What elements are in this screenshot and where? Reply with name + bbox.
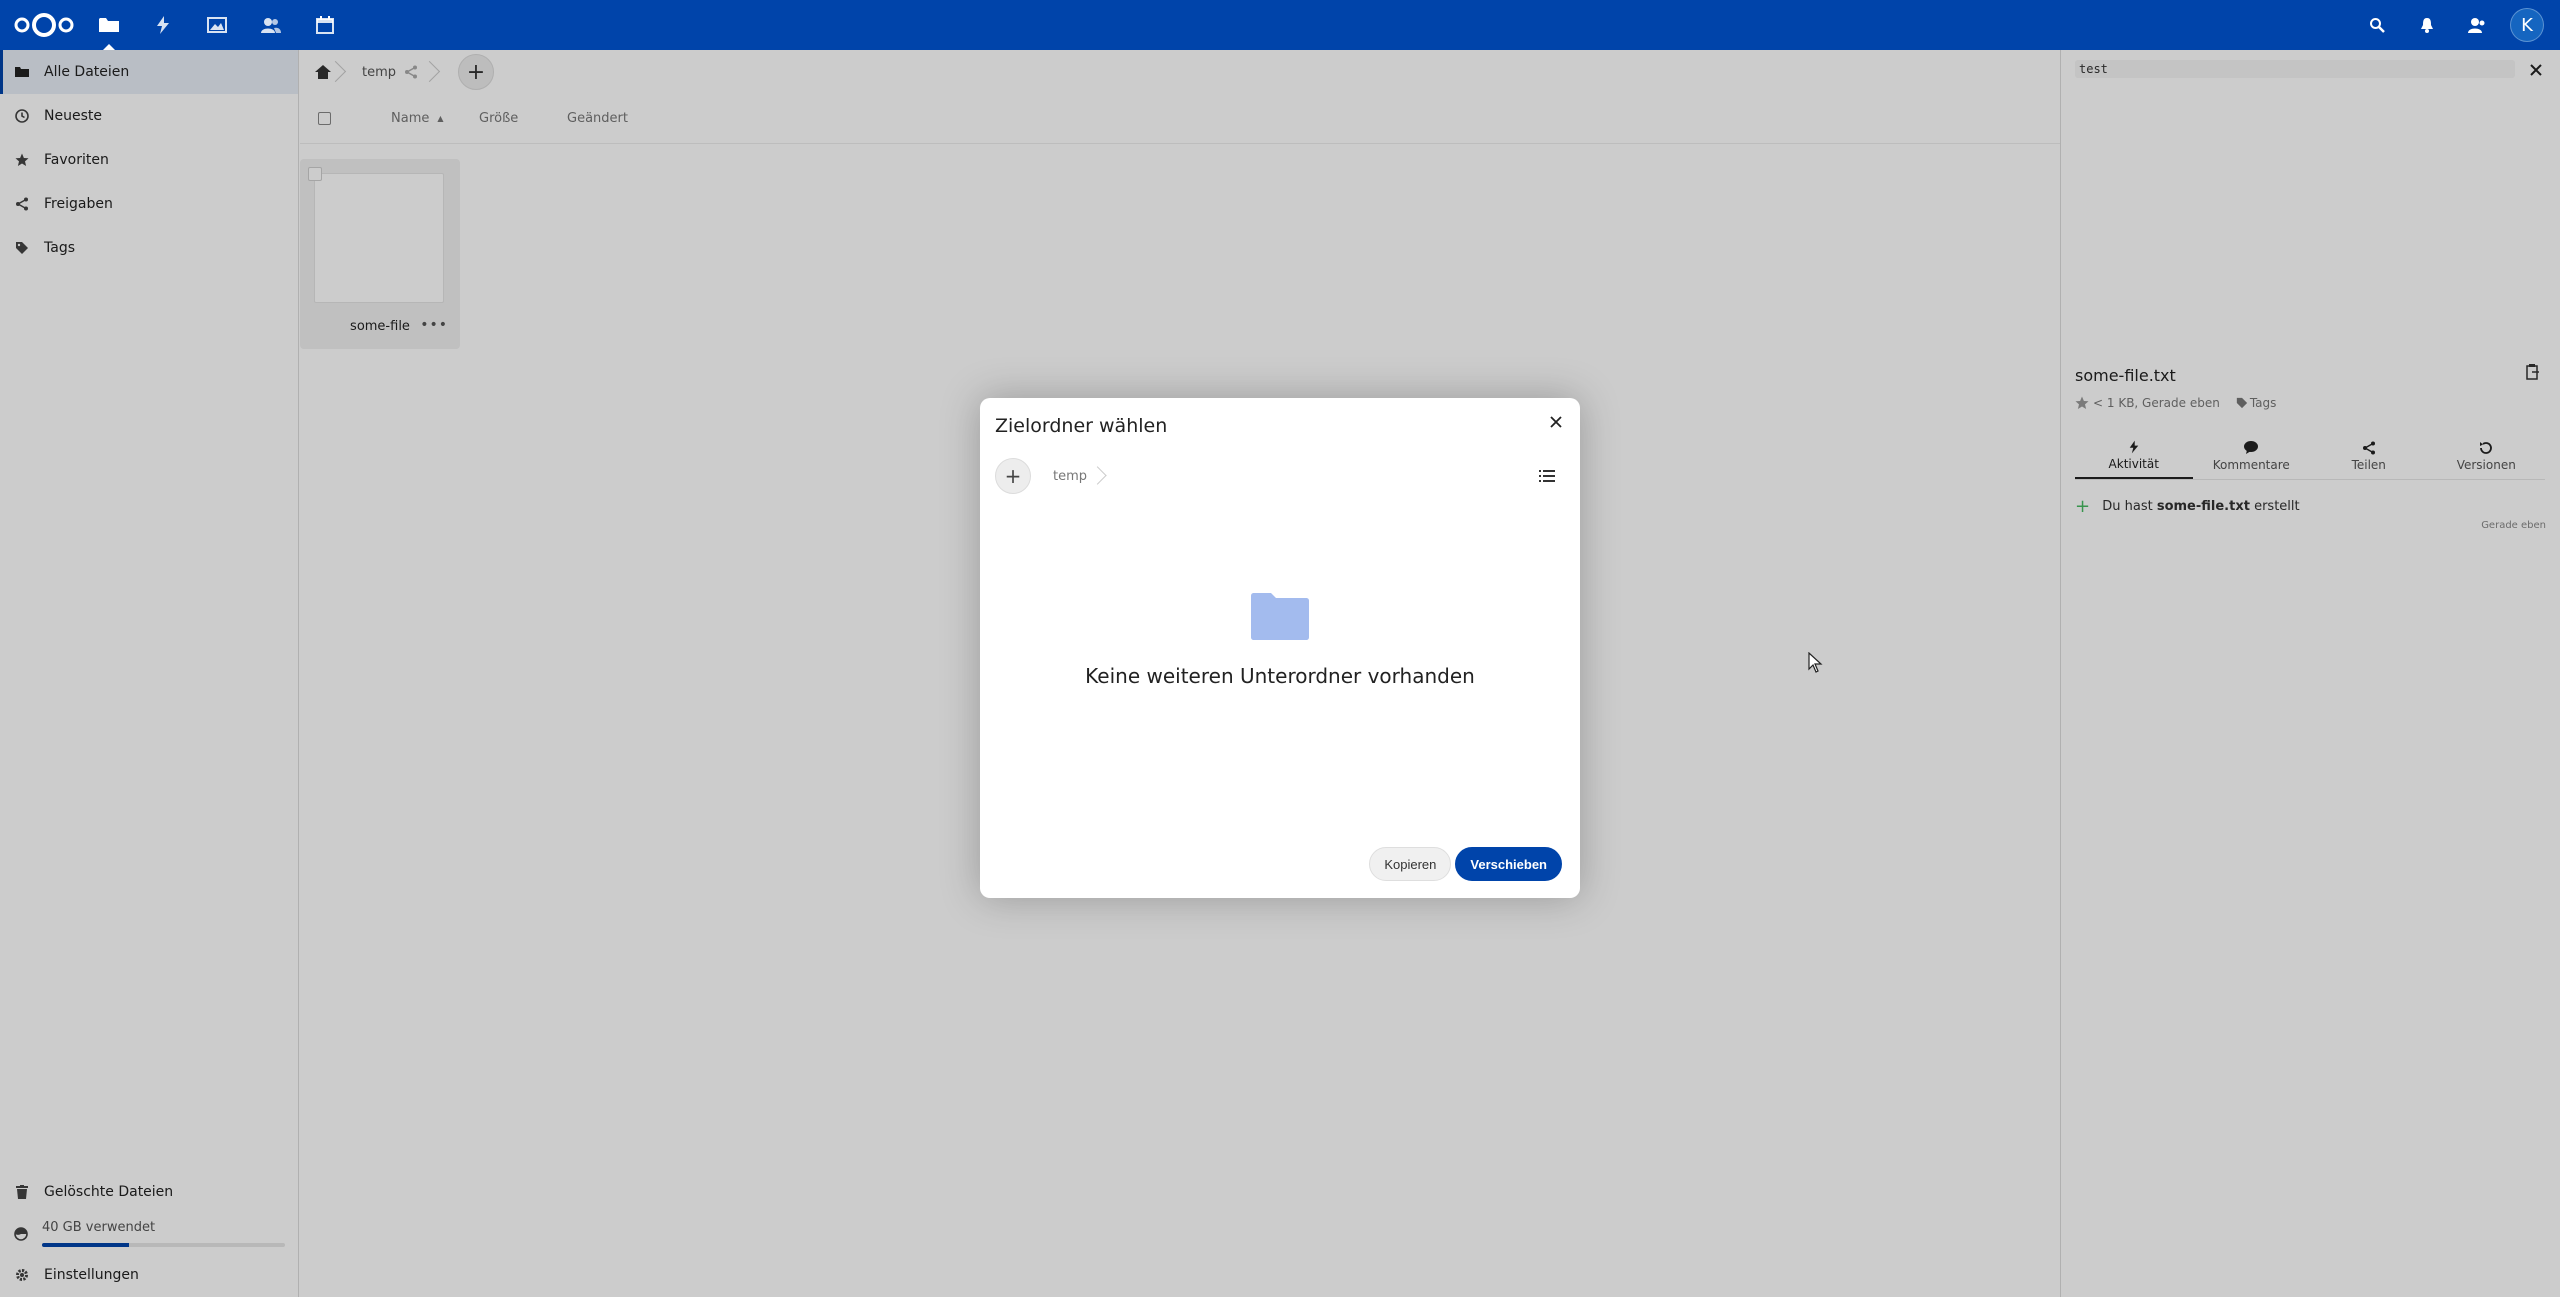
list-view-icon [1539,470,1555,482]
avatar-letter: K [2521,14,2533,36]
nextcloud-logo[interactable] [6,0,82,50]
move-button[interactable]: Verschieben [1455,847,1562,881]
files-app-button[interactable] [82,0,136,50]
close-icon [1550,416,1562,428]
contacts-icon [261,18,281,33]
activity-app-button[interactable] [136,0,190,50]
unified-search-button[interactable] [2352,0,2402,50]
lightning-icon [157,16,169,34]
bell-icon [2421,18,2433,33]
toggle-view-button[interactable] [1535,464,1559,488]
header-right: K [2352,0,2560,50]
folder-icon [1251,593,1309,640]
folder-icon [99,18,119,32]
contacts-app-button[interactable] [244,0,298,50]
copy-button[interactable]: Kopieren [1369,847,1452,881]
dialog-breadcrumb-folder[interactable]: temp [1053,469,1087,484]
user-avatar[interactable]: K [2510,8,2544,42]
contacts-menu-button[interactable] [2452,0,2502,50]
dialog-close-button[interactable] [1546,412,1566,432]
photos-app-button[interactable] [190,0,244,50]
dialog-actions: Kopieren Verschieben [1369,847,1562,881]
dialog-breadcrumb: + temp [995,458,1565,494]
calendar-icon [316,16,334,34]
mouse-cursor-icon [1808,652,1823,673]
image-icon [207,17,227,33]
plus-icon: + [1004,464,1022,488]
empty-state-text: Keine weiteren Unterordner vorhanden [1085,664,1475,688]
app-header: K [0,0,2560,50]
notifications-button[interactable] [2402,0,2452,50]
breadcrumb-separator [1097,458,1111,494]
dialog-title: Zielordner wählen [995,415,1168,437]
search-icon [2370,18,2385,33]
contacts-menu-icon [2468,18,2485,33]
nextcloud-logo-icon [14,13,74,37]
new-folder-button[interactable]: + [995,458,1031,494]
calendar-app-button[interactable] [298,0,352,50]
folder-picker-dialog: Zielordner wählen + temp Keine weiteren … [980,398,1580,898]
